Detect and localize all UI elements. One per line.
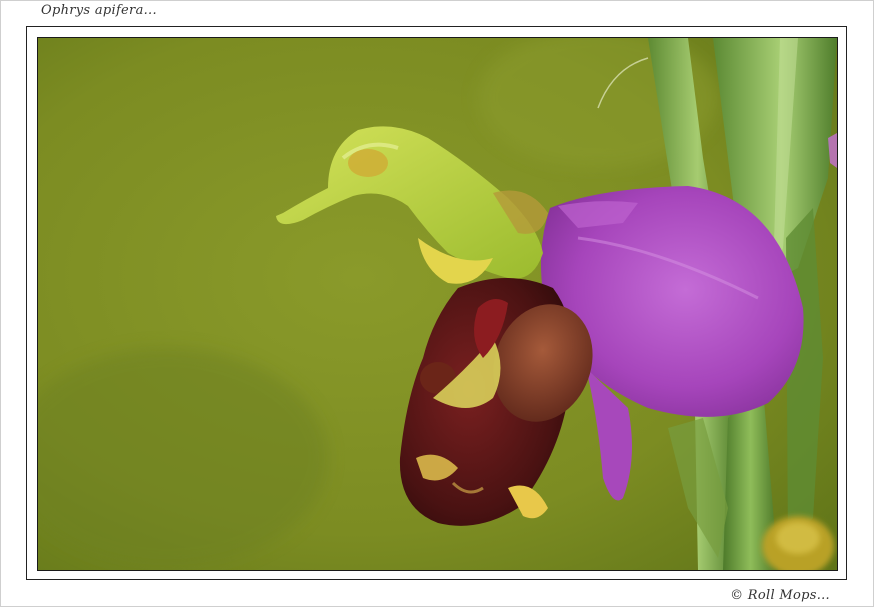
orchid-photo bbox=[37, 37, 838, 571]
photo-credit: © Roll Mops... bbox=[730, 588, 830, 603]
caption-title: Ophrys apifera... bbox=[41, 3, 157, 18]
